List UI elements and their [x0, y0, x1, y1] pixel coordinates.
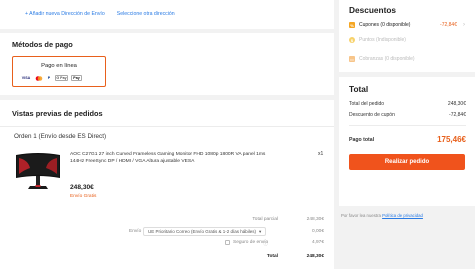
orders-divider [0, 126, 334, 127]
points-label: Puntos (Indisponible) [359, 37, 406, 43]
google-pay-icon: G Pay [55, 75, 68, 81]
product-name[interactable]: AOC C27G1 27 inch Curved Frameless Gamin… [70, 151, 270, 165]
gift-card-icon: ▭ [349, 56, 355, 62]
visa-icon: VISA [21, 76, 31, 80]
order-total-value: 248,30€ [306, 254, 324, 259]
subtotal-label: Total parcial [252, 217, 278, 222]
discounts-card: Descuentos % Cupones (0 disponible) -72,… [339, 0, 475, 72]
payment-logos: VISA P G Pay Pay [20, 75, 82, 81]
coupon-discount-label: Descuento de cupón [349, 112, 395, 118]
product-quantity: x1 [318, 151, 324, 157]
coupons-row[interactable]: % Cupones (0 disponible) -72,84€ › [349, 22, 465, 28]
free-shipping-note: Envío Gratis [70, 194, 97, 199]
coupon-icon: % [349, 22, 355, 28]
shipping-label: Envío [129, 229, 142, 234]
discounts-title: Descuentos [349, 5, 397, 15]
chevron-down-icon: ▾ [259, 228, 262, 234]
points-row: $ Puntos (Indisponible) [349, 37, 465, 43]
gift-card-label: Cobranzas (0 disponible) [359, 56, 415, 62]
insurance-value: 4,97€ [311, 240, 324, 245]
total-title: Total [349, 84, 369, 94]
pay-total-label: Pago total [349, 136, 375, 143]
payment-title: Métodos de pago [12, 40, 73, 49]
total-order-label: Total del pedido [349, 101, 385, 107]
order-title: Orden 1 (Envío desde ES Direct) [14, 133, 107, 140]
gift-card-row: ▭ Cobranzas (0 disponible) [349, 56, 465, 62]
payment-option-online[interactable]: Pago en línea VISA P G Pay Pay [12, 56, 106, 87]
coupon-discount-value: -72,84€ [449, 112, 466, 118]
shipping-value: 0,00€ [311, 229, 324, 234]
privacy-note: Por favor lea nuestra Política de privac… [341, 213, 423, 218]
chevron-right-icon: › [463, 22, 465, 28]
apple-pay-icon: Pay [71, 75, 82, 81]
shipping-method-value: UE Prioritario Correo (Envío Gratis & 1-… [148, 229, 257, 234]
total-divider [349, 125, 466, 126]
add-address-link[interactable]: + Añadir nueva Dirección de Envío [25, 11, 105, 17]
info-icon: ⓘ [263, 242, 268, 247]
subtotal-value: 248,30€ [306, 217, 324, 222]
coupons-label: Cupones (0 disponible) [359, 22, 411, 28]
insurance-checkbox[interactable] [225, 240, 230, 245]
coupon-discount-row: Descuento de cupón -72,84€ [349, 112, 466, 118]
address-card: + Añadir nueva Dirección de Envío Selecc… [0, 0, 334, 29]
product-price: 248,30€ [70, 184, 94, 191]
payment-card: Métodos de pago Pago en línea VISA P G P… [0, 33, 334, 95]
pay-total-value: 175,46€ [437, 135, 466, 144]
select-address-link[interactable]: Seleccione otra dirección [117, 11, 175, 17]
coupons-value: -72,84€ [440, 22, 457, 28]
orders-title: Vistas previas de pedidos [12, 109, 103, 118]
shipping-method-select[interactable]: UE Prioritario Correo (Envío Gratis & 1-… [143, 227, 267, 236]
total-card: Total Total del pedido 248,30€ Descuento… [339, 77, 475, 206]
privacy-prefix: Por favor lea nuestra [341, 213, 381, 218]
total-order-value: 248,30€ [447, 101, 466, 107]
points-icon: $ [349, 37, 355, 43]
total-order-row: Total del pedido 248,30€ [349, 101, 466, 107]
privacy-policy-link[interactable]: Política de privacidad [382, 213, 423, 218]
product-thumbnail[interactable] [14, 148, 62, 196]
order-total-label: Total [266, 254, 278, 259]
mastercard-icon [35, 75, 43, 81]
payment-option-label: Pago en línea [41, 63, 77, 69]
address-links: + Añadir nueva Dirección de Envío Selecc… [25, 11, 175, 17]
place-order-button[interactable]: Realizar pedido [349, 154, 465, 170]
pay-total-row: Pago total 175,46€ [349, 135, 466, 144]
paypal-icon: P [47, 76, 51, 80]
